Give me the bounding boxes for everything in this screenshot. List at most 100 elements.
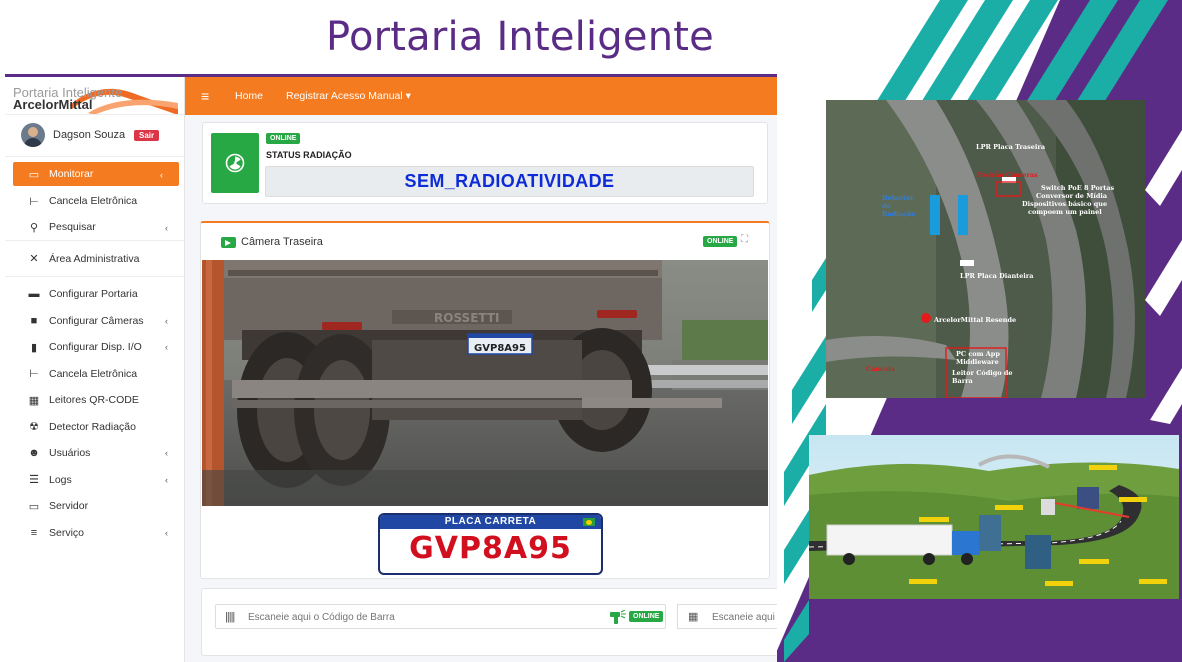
top-navbar: ≡ Home Registrar Acesso Manual ▾: [185, 77, 777, 115]
laptop-icon: ▭: [28, 500, 40, 513]
barcode-scan-field: ||||| ONLINE: [215, 604, 666, 629]
map-label: ArcelorMittal Resende: [933, 316, 1016, 324]
qrcode-input[interactable]: [712, 608, 777, 626]
avatar[interactable]: [21, 123, 45, 147]
map-label: Cancela: [866, 365, 896, 373]
nav-home-link[interactable]: Home: [235, 90, 263, 102]
map-label: de: [882, 202, 891, 210]
sidebar-item-monitorar[interactable]: ▭ Monitorar ‹: [13, 162, 179, 186]
sidebar-item-label: Monitorar: [49, 168, 94, 180]
search-icon: ⚲: [29, 221, 39, 234]
sidebar-item-label: Pesquisar: [49, 221, 96, 234]
sidebar-item-label: Serviço: [49, 526, 85, 539]
rear-camera-card: Câmera Traseira ONLINE ⛶ ROSSETTI GVP8A9…: [200, 221, 770, 579]
map-label: compoem um painel: [1028, 208, 1102, 216]
camera-feed-image[interactable]: ROSSETTI GVP8A95: [202, 260, 768, 506]
expand-icon[interactable]: ⛶: [741, 234, 748, 245]
radiation-icon: [211, 133, 259, 193]
sidebar: Portaria Inteligente ArcelorMittal Dagso…: [5, 77, 185, 662]
qrcode-icon: ▦: [688, 611, 699, 623]
map-label: LPR Placa Dianteira: [960, 272, 1034, 280]
map-label: Middleware: [956, 358, 999, 366]
hamburger-menu-icon[interactable]: ≡: [201, 88, 209, 104]
brand-name: ArcelorMittal: [13, 97, 93, 112]
tools-icon: ✕: [29, 253, 39, 265]
truck-plate-text: GVP8A95: [474, 343, 526, 354]
qrcode-icon: ▦: [28, 394, 40, 407]
sidebar-item-area-administrativa[interactable]: ✕ Área Administrativa: [5, 241, 184, 277]
sidebar-item-usuarios[interactable]: ☻ Usuários ‹: [5, 440, 184, 467]
sidebar-item-cancela[interactable]: ⊢ Cancela Eletrônica: [5, 188, 184, 215]
sidebar-item-label: Configurar Portaria: [49, 288, 138, 301]
scanner-icon: [610, 610, 626, 624]
sidebar-item-pesquisar[interactable]: ⚲ Pesquisar ‹: [5, 215, 184, 241]
plate-number: GVP8A95: [409, 531, 572, 566]
barcode-input[interactable]: [248, 608, 598, 626]
chevron-left-icon: ‹: [165, 448, 168, 458]
user-name: Dagson Souza: [53, 129, 126, 141]
sidebar-item-label: Cancela Eletrônica: [49, 195, 138, 208]
barcode-icon: |||||: [225, 611, 235, 623]
map-label: Conversor de Mídia: [1036, 192, 1108, 200]
logout-button[interactable]: Sair: [134, 130, 160, 141]
chip-icon: ▮: [30, 341, 38, 354]
truck-icon: ▬: [28, 288, 40, 301]
user-panel: Dagson Souza Sair: [5, 115, 184, 157]
brazil-flag-icon: [583, 518, 595, 526]
online-badge: ONLINE: [266, 133, 301, 144]
chevron-left-icon: ‹: [165, 222, 168, 233]
list-icon: ☰: [29, 474, 39, 487]
sidebar-item-configurar-portaria[interactable]: ▬ Configurar Portaria: [5, 281, 184, 308]
monitor-icon: ▭: [28, 168, 40, 181]
plate-header: PLACA CARRETA: [380, 515, 601, 529]
map-label: Barra: [952, 377, 974, 385]
app-screenshot: Portaria Inteligente ArcelorMittal Dagso…: [5, 74, 777, 662]
nav-manual-access-dropdown[interactable]: Registrar Acesso Manual ▾: [286, 90, 411, 102]
map-label: Leitor Código de: [952, 369, 1013, 377]
truck-brand-text: ROSSETTI: [434, 311, 500, 325]
sidebar-item-label: Servidor: [49, 500, 89, 513]
sidebar-item-leitores-qrcode[interactable]: ▦ Leitores QR-CODE: [5, 387, 184, 414]
radiation-status-card: ONLINE STATUS RADIAÇÃO SEM_RADIOATIVIDAD…: [202, 122, 768, 204]
sidebar-item-cancela-eletronica[interactable]: ⊢ Cancela Eletrônica: [5, 361, 184, 388]
sidebar-item-label: Logs: [49, 473, 72, 486]
sidebar-item-label: Área Administrativa: [49, 252, 140, 265]
server-icon: ≡: [30, 526, 38, 539]
license-plate-card: PLACA CARRETA GVP8A95: [378, 513, 603, 575]
sidebar-item-servico[interactable]: ≡ Serviço ‹: [5, 520, 184, 547]
chevron-left-icon: ‹: [165, 474, 168, 485]
chevron-left-icon: ‹: [165, 527, 168, 538]
map-label: PC com App: [956, 350, 1000, 358]
qrcode-scan-field: ▦: [677, 604, 777, 629]
sidebar-item-label: Detector Radiação: [49, 420, 136, 433]
map-label: Dispositivos básico que: [1022, 200, 1107, 208]
brand-logo[interactable]: Portaria Inteligente ArcelorMittal: [5, 77, 184, 115]
aerial-map-image: LPR Placa Traseira Posição Câmeras Switc…: [826, 100, 1145, 398]
slide-title: Portaria Inteligente: [326, 14, 714, 60]
sidebar-item-label: Usuários: [49, 447, 91, 460]
video-camera-icon: [221, 237, 236, 248]
gate-diagram-image: [809, 435, 1179, 599]
online-badge: ONLINE: [703, 236, 738, 247]
online-badge: ONLINE: [629, 611, 664, 622]
radiation-status-label: STATUS RADIAÇÃO: [266, 150, 352, 160]
sidebar-item-configurar-cameras[interactable]: ■ Configurar Câmeras ‹: [5, 308, 184, 335]
sidebar-item-configurar-disp-io[interactable]: ▮ Configurar Disp. I/O ‹: [5, 334, 184, 361]
sidebar-nav: ▭ Monitorar ‹ ⊢ Cancela Eletrônica ⚲ Pes…: [5, 162, 184, 546]
map-label: Radiação: [882, 210, 916, 218]
chevron-left-icon: ‹: [165, 342, 168, 352]
sidebar-item-label: Configurar Câmeras: [49, 314, 144, 327]
sidebar-item-logs[interactable]: ☰ Logs ‹: [5, 467, 184, 494]
map-label: LPR Placa Traseira: [976, 143, 1046, 151]
map-label: Detector: [882, 194, 914, 202]
users-icon: ☻: [28, 447, 40, 460]
camera-title: Câmera Traseira: [241, 236, 323, 248]
video-icon: ■: [30, 314, 38, 327]
radiation-status-value: SEM_RADIOATIVIDADE: [265, 166, 754, 197]
scanner-card: ||||| ONLINE ▦: [201, 588, 777, 656]
chevron-left-icon: ‹: [165, 315, 168, 326]
sidebar-item-detector-radiacao[interactable]: ☢ Detector Radiação: [5, 414, 184, 441]
sidebar-item-label: Leitores QR-CODE: [49, 394, 139, 407]
sidebar-item-servidor[interactable]: ▭ Servidor: [5, 493, 184, 520]
barrier-icon: ⊢: [29, 195, 39, 208]
